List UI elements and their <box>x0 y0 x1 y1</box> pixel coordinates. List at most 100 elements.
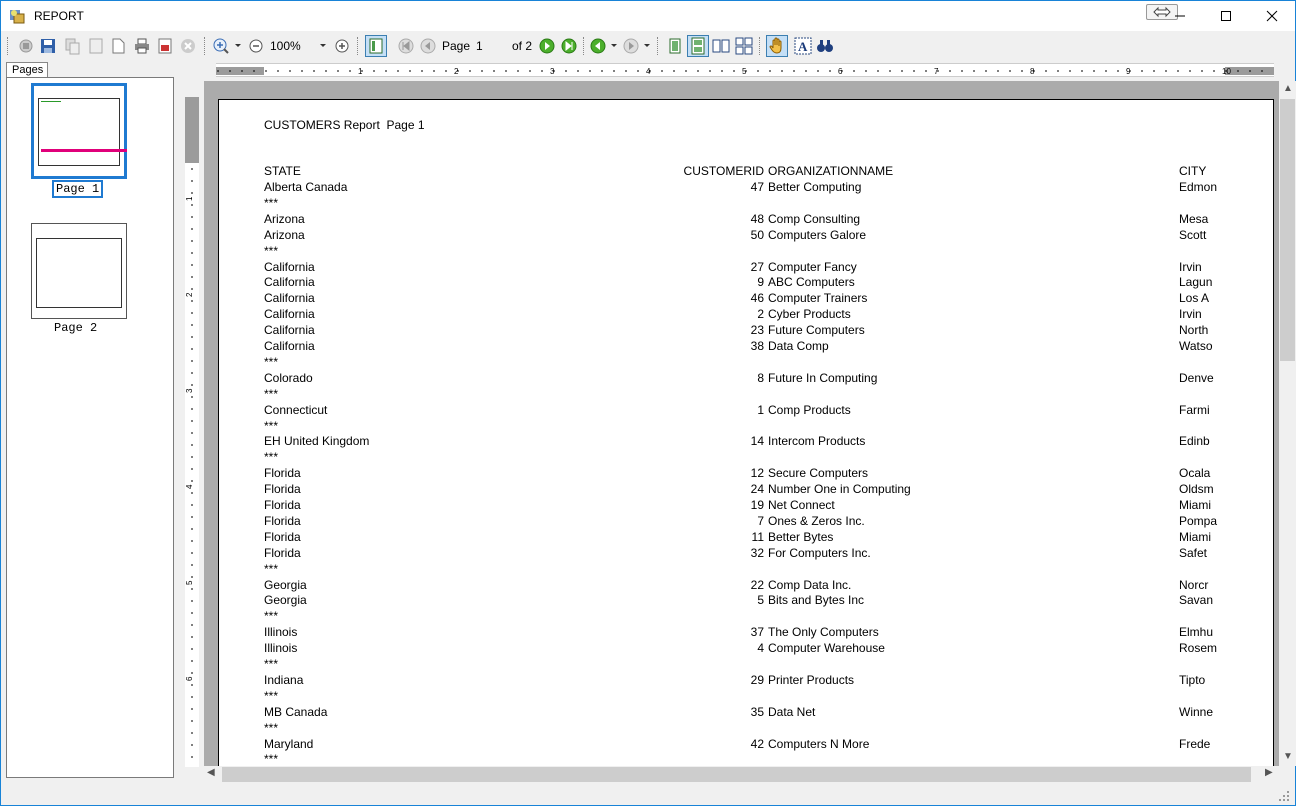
cell-customerid: 12 <box>750 466 764 481</box>
print-icon[interactable] <box>133 37 151 55</box>
ruler-number: 2 <box>454 67 459 76</box>
first-page-icon[interactable] <box>397 37 415 55</box>
cell-customerid: 14 <box>750 434 764 449</box>
four-pages-icon[interactable] <box>735 37 753 55</box>
cell-customerid: 8 <box>757 370 764 385</box>
page-number-field[interactable]: 1 <box>471 37 507 55</box>
resize-grip-icon[interactable] <box>1279 791 1289 801</box>
last-page-icon[interactable] <box>560 37 578 55</box>
toolbar-separator <box>204 37 205 55</box>
export-icon[interactable] <box>156 37 174 55</box>
cell-state: Florida <box>264 466 301 481</box>
close-button[interactable] <box>1249 1 1295 31</box>
thumbnail-panel: Page 1 Page 2 <box>6 77 174 778</box>
cell-state: Florida <box>264 529 301 544</box>
zoom-in-icon[interactable] <box>212 37 230 55</box>
maximize-button[interactable] <box>1203 1 1249 31</box>
ruler-number: 1 <box>185 196 194 201</box>
group-separator: *** <box>264 688 279 703</box>
hand-tool-button[interactable] <box>766 35 788 57</box>
forward-dropdown[interactable] <box>644 44 650 47</box>
cell-state: Florida <box>264 513 301 528</box>
cancel-icon[interactable] <box>179 37 197 55</box>
save-icon[interactable] <box>39 37 57 55</box>
toggle-thumbnails-button[interactable] <box>365 35 387 57</box>
vertical-scroll-thumb[interactable] <box>1280 99 1295 361</box>
cell-city: Lagun <box>1179 275 1213 290</box>
column-header-city: CITY <box>1179 164 1207 178</box>
scroll-down-icon[interactable]: ▼ <box>1283 751 1293 762</box>
cell-state: Arizona <box>264 227 305 242</box>
toolbar: 100% Page 1 of 2 A <box>1 32 1295 60</box>
column-header-customerid: CUSTOMERID <box>683 164 764 178</box>
next-page-icon[interactable] <box>538 37 556 55</box>
page-1-label[interactable]: Page 1 <box>52 180 104 198</box>
group-separator: *** <box>264 243 279 258</box>
zoom-menu-dropdown[interactable] <box>235 44 241 47</box>
toolbar-separator <box>583 37 584 55</box>
thumbnail-page-preview <box>36 238 122 308</box>
group-separator: *** <box>264 195 279 210</box>
cell-organizationname: Intercom Products <box>768 434 866 449</box>
copy-icon[interactable] <box>63 37 81 55</box>
report-viewer[interactable]: CUSTOMERS Report Page 1 STATE CUSTOMERID… <box>204 81 1279 766</box>
scroll-right-icon[interactable]: ▶ <box>1265 767 1273 778</box>
cell-organizationname: Cyber Products <box>768 307 851 322</box>
toolbar-grip <box>7 37 8 55</box>
back-dropdown[interactable] <box>611 44 617 47</box>
stop-icon[interactable] <box>17 37 35 55</box>
page-2-label[interactable]: Page 2 <box>54 321 97 335</box>
cell-organizationname: Computers N More <box>768 736 870 751</box>
text-select-icon[interactable]: A <box>794 37 812 55</box>
toolbar-separator <box>357 37 358 55</box>
scroll-left-icon[interactable]: ◀ <box>207 767 215 778</box>
cell-organizationname: Ones & Zeros Inc. <box>768 513 865 528</box>
zoom-level-dropdown[interactable] <box>320 44 326 47</box>
report-heading: CUSTOMERS Report Page 1 <box>264 118 425 132</box>
cell-state: California <box>264 259 315 274</box>
cell-organizationname: Net Connect <box>768 498 835 512</box>
cell-state: Illinois <box>264 641 298 656</box>
cell-state: Florida <box>264 545 301 560</box>
cell-organizationname: The Only Computers <box>768 625 879 640</box>
page-2-thumbnail[interactable] <box>31 223 127 319</box>
find-icon[interactable] <box>816 37 834 55</box>
minimize-button[interactable] <box>1157 1 1203 31</box>
forward-icon[interactable] <box>622 37 640 55</box>
pages-tab[interactable]: Pages <box>6 62 48 77</box>
cell-customerid: 35 <box>750 704 764 719</box>
zoom-level[interactable]: 100% <box>270 39 301 53</box>
cell-city: Denve <box>1179 370 1214 385</box>
blank-page-icon[interactable] <box>87 37 105 55</box>
back-icon[interactable] <box>589 37 607 55</box>
cell-organizationname: Data Net <box>768 704 816 719</box>
fit-page-button[interactable] <box>687 35 709 57</box>
cell-state: Indiana <box>264 672 304 687</box>
zoom-in-plus-icon[interactable] <box>333 37 351 55</box>
cell-city: Farmi <box>1179 402 1210 417</box>
group-separator: *** <box>264 418 279 433</box>
cell-state: Georgia <box>264 577 307 592</box>
column-header-organizationname: ORGANIZATIONNAME <box>768 164 894 178</box>
cell-customerid: 47 <box>750 180 764 194</box>
new-page-icon[interactable] <box>109 37 127 55</box>
horizontal-scroll-thumb[interactable] <box>222 767 1251 782</box>
prev-page-icon[interactable] <box>419 37 437 55</box>
cell-customerid: 2 <box>757 307 764 322</box>
cell-city: Frede <box>1179 736 1211 751</box>
cell-organizationname: Bits and Bytes Inc <box>768 593 865 608</box>
cell-organizationname: Secure Computers <box>768 466 869 481</box>
cell-state: Maryland <box>264 736 314 751</box>
scroll-up-icon[interactable]: ▲ <box>1283 83 1293 94</box>
single-page-icon[interactable] <box>666 37 684 55</box>
two-pages-icon[interactable] <box>712 37 730 55</box>
zoom-out-icon[interactable] <box>247 37 265 55</box>
group-separator: *** <box>264 386 279 401</box>
page-1-thumbnail[interactable] <box>31 83 127 179</box>
cell-city: Savan <box>1179 593 1214 608</box>
ruler-number: 3 <box>550 67 555 76</box>
column-header-state: STATE <box>264 164 301 178</box>
ruler-number: 9 <box>1126 67 1131 76</box>
ruler-number: 5 <box>742 67 747 76</box>
toolbar-separator <box>759 37 760 55</box>
